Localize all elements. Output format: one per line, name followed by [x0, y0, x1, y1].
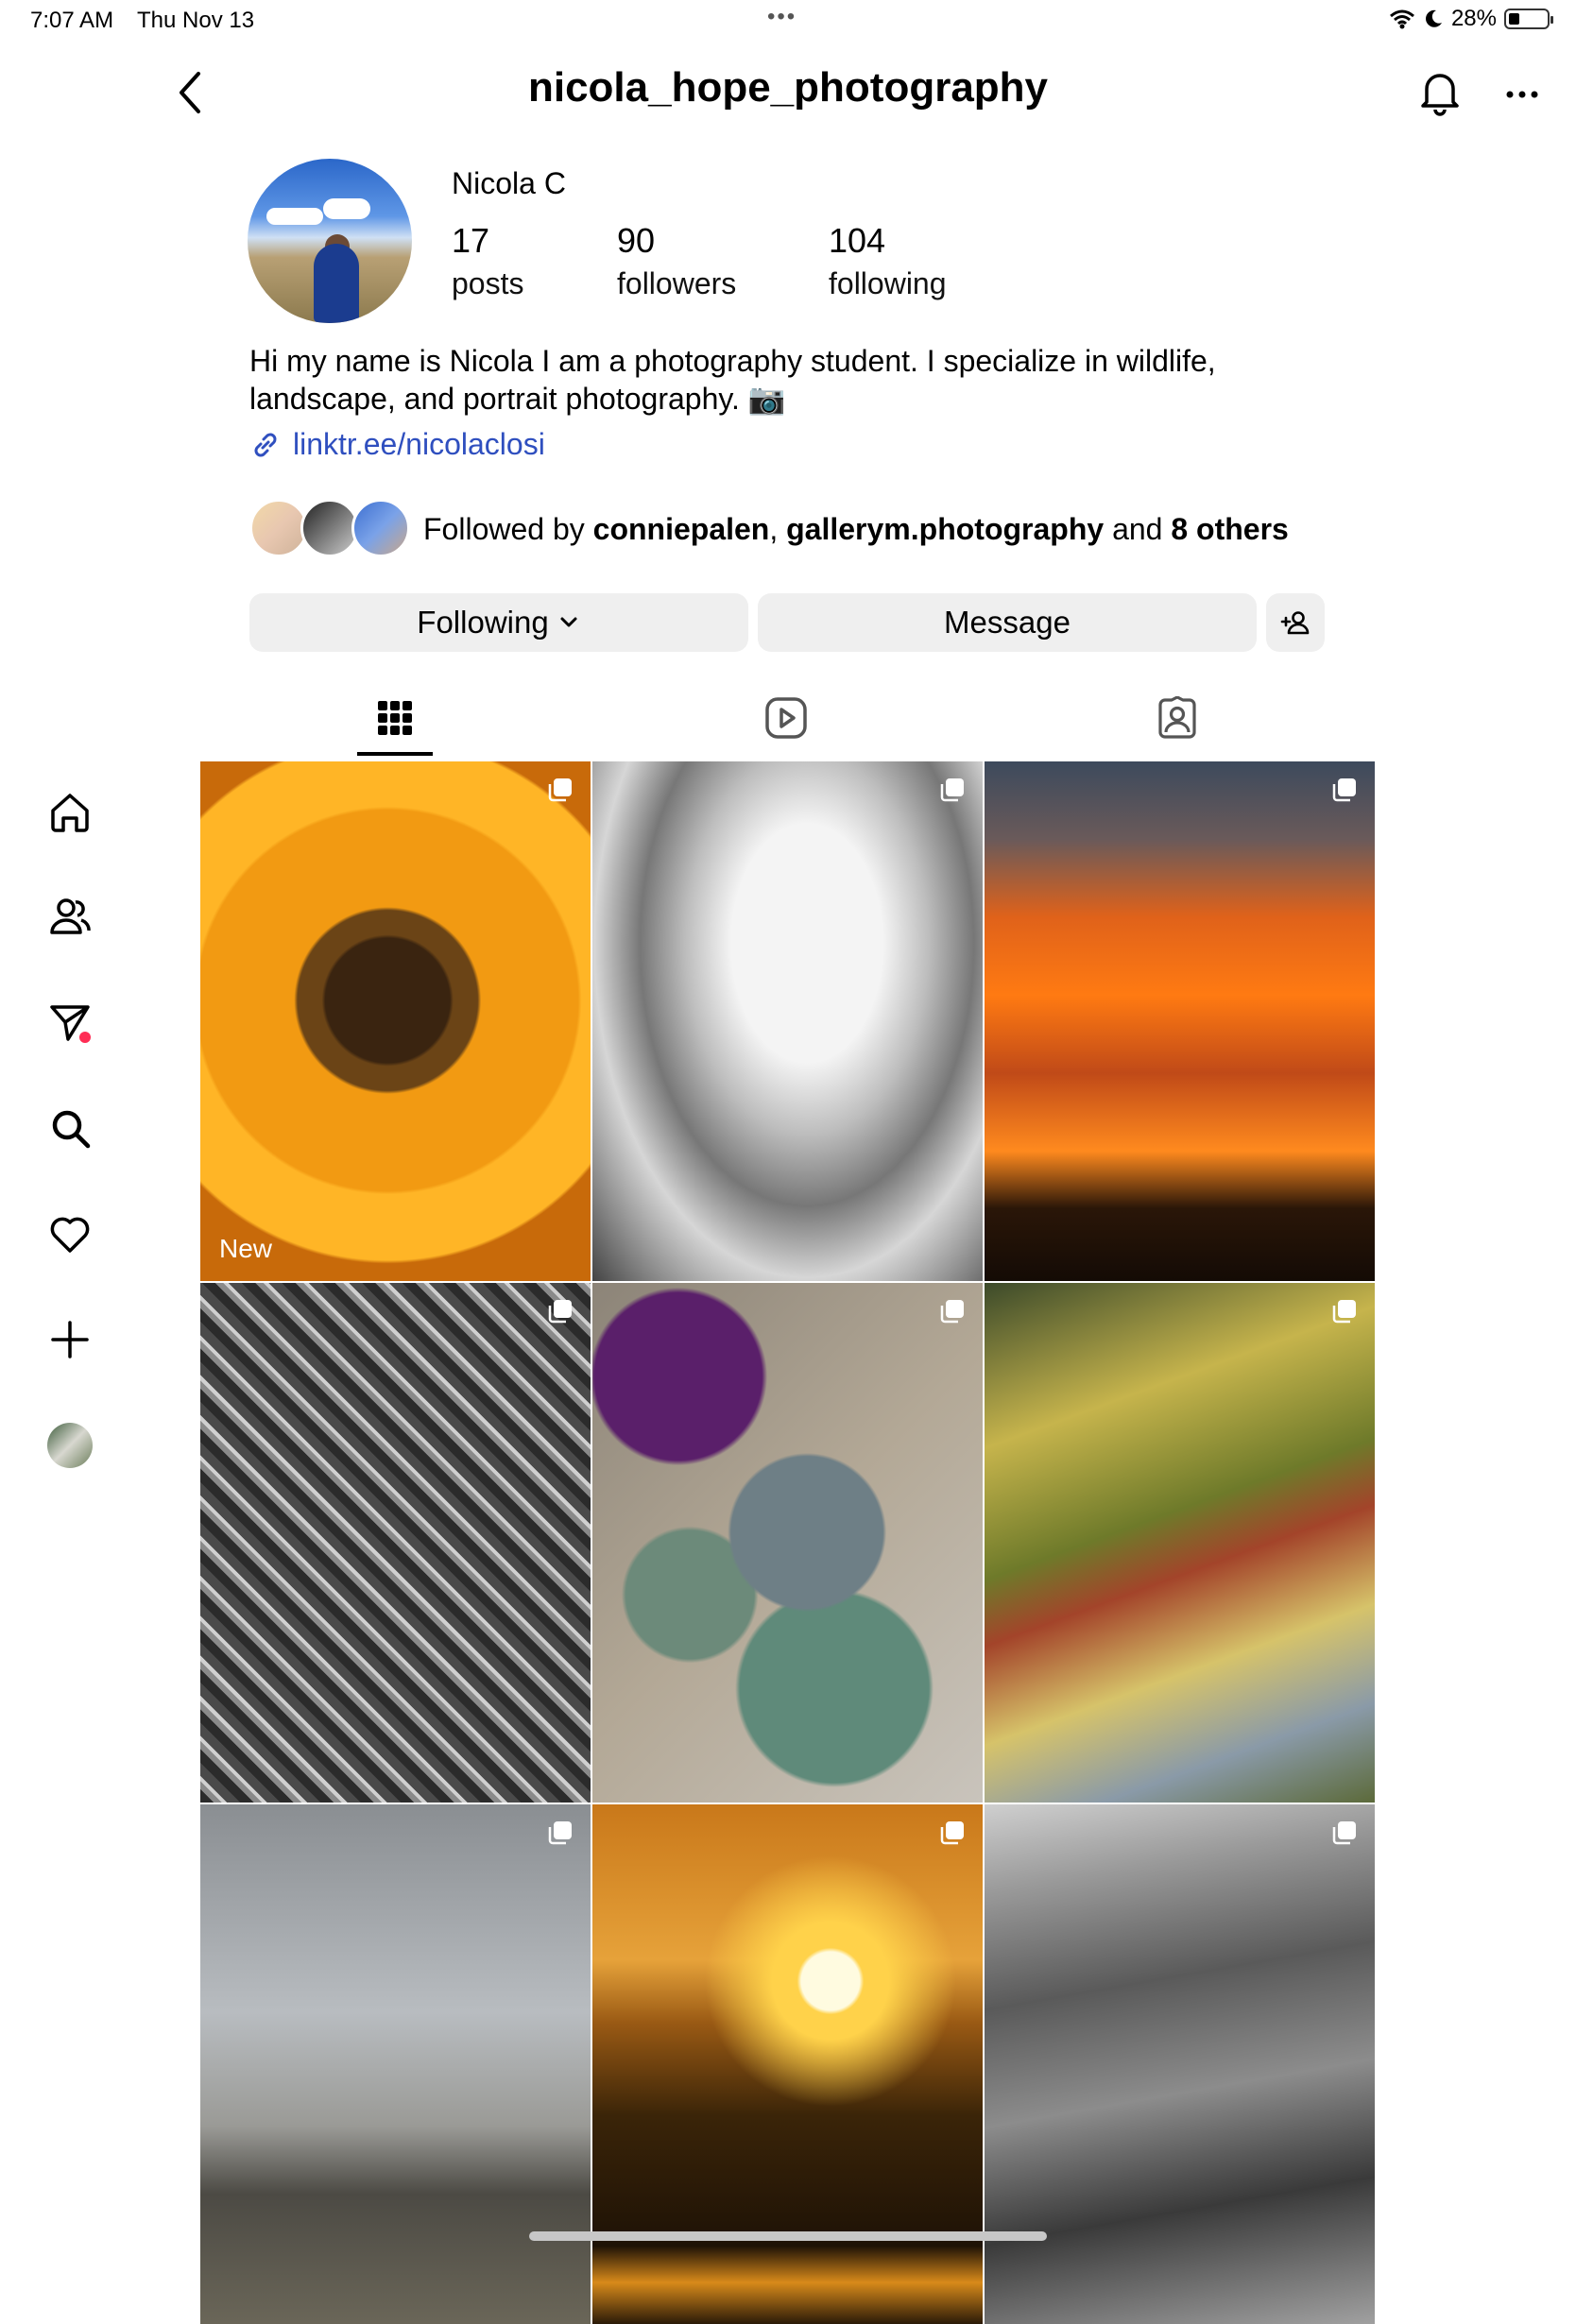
back-button[interactable]	[170, 64, 214, 121]
post-thumbnail[interactable]	[592, 1804, 983, 2324]
tagged-person-icon	[1158, 696, 1196, 739]
follower-link[interactable]: conniepalen	[593, 512, 770, 546]
search-icon	[52, 1110, 91, 1149]
posts-count[interactable]: 17 posts	[452, 221, 523, 301]
post-thumbnail[interactable]	[592, 761, 983, 1281]
chevron-down-icon	[560, 617, 577, 627]
link-icon	[254, 433, 277, 456]
stat-label: posts	[452, 266, 524, 300]
posts-grid: New	[200, 761, 1376, 2324]
multiple-photos-icon	[1332, 778, 1356, 802]
heart-icon	[50, 1217, 90, 1253]
bio-link[interactable]: linktr.ee/nicolaclosi	[249, 427, 545, 462]
tab-posts[interactable]	[357, 690, 433, 746]
post-thumbnail[interactable]: New	[200, 761, 591, 1281]
avatar	[300, 499, 359, 557]
nav-home[interactable]	[43, 786, 96, 839]
message-button-label: Message	[944, 605, 1071, 640]
bio-line: landscape, and portrait photography. 📷	[249, 382, 786, 416]
multitasking-dots[interactable]: •••	[767, 4, 797, 30]
bio-line: Hi my name is Nicola I am a photography …	[249, 344, 1216, 378]
multiple-photos-icon	[940, 1300, 964, 1324]
bio-link-text: linktr.ee/nicolaclosi	[293, 427, 545, 461]
post-thumbnail[interactable]	[985, 1283, 1375, 1803]
post-thumbnail[interactable]	[592, 1283, 983, 1803]
reels-icon	[765, 697, 807, 739]
active-tab-indicator	[357, 752, 433, 756]
battery-percent: 28%	[1450, 6, 1497, 31]
nav-direct-messages[interactable]	[43, 996, 96, 1049]
stat-value: 17	[452, 221, 490, 260]
multiple-photos-icon	[548, 1821, 572, 1845]
stat-label: following	[829, 266, 947, 300]
tab-reels[interactable]	[748, 690, 824, 746]
suggested-users-button[interactable]	[1266, 593, 1325, 652]
message-button[interactable]: Message	[758, 593, 1257, 652]
multiple-photos-icon	[1332, 1300, 1356, 1324]
new-post-label: New	[219, 1234, 273, 1263]
more-horizontal-icon	[1506, 91, 1538, 98]
stat-value: 104	[829, 221, 886, 260]
battery-icon	[1504, 9, 1553, 29]
home-icon	[51, 794, 89, 832]
stat-label: followers	[617, 266, 737, 300]
home-indicator[interactable]	[529, 2231, 1047, 2241]
post-thumbnail[interactable]	[200, 1283, 591, 1803]
grid-icon	[378, 701, 412, 735]
multiple-photos-icon	[548, 1300, 572, 1324]
mutual-followers-avatars	[249, 499, 414, 559]
profile-avatar[interactable]	[248, 159, 412, 323]
nav-create[interactable]	[43, 1313, 96, 1366]
avatar	[351, 499, 410, 557]
followed-by[interactable]: Followed by conniepalen, gallerym.photog…	[249, 499, 1289, 559]
followers-count[interactable]: 90 followers	[617, 221, 736, 301]
nav-friends[interactable]	[43, 890, 96, 943]
post-thumbnail[interactable]	[985, 1804, 1375, 2324]
others-link[interactable]: 8 others	[1171, 512, 1288, 546]
stat-value: 90	[617, 221, 656, 260]
following-button-label: Following	[417, 605, 549, 640]
tab-tagged[interactable]	[1139, 690, 1215, 746]
notifications-button[interactable]	[1415, 66, 1465, 119]
multiple-photos-icon	[940, 778, 964, 802]
nav-search[interactable]	[43, 1102, 96, 1154]
followed-by-text: Followed by conniepalen, gallerym.photog…	[423, 511, 1289, 546]
post-thumbnail[interactable]	[985, 761, 1375, 1281]
add-person-icon	[1280, 611, 1310, 635]
nav-profile[interactable]	[43, 1419, 96, 1472]
wifi-icon	[1389, 9, 1414, 29]
following-count[interactable]: 104 following	[829, 221, 947, 301]
people-icon	[50, 898, 91, 934]
multiple-photos-icon	[548, 778, 572, 802]
multiple-photos-icon	[940, 1821, 964, 1845]
follower-link[interactable]: gallerym.photography	[786, 512, 1104, 546]
status-date: Thu Nov 13	[137, 8, 255, 33]
status-time: 7:07 AM	[30, 8, 114, 33]
more-options-button[interactable]	[1499, 76, 1546, 113]
profile-bio: Hi my name is Nicola I am a photography …	[249, 342, 1289, 418]
post-thumbnail[interactable]	[200, 1804, 591, 2324]
notification-dot	[79, 1032, 91, 1043]
following-button[interactable]: Following	[249, 593, 748, 652]
plus-icon	[51, 1321, 89, 1359]
bell-icon	[1421, 74, 1459, 116]
chevron-left-icon	[180, 72, 200, 113]
status-indicators: 28%	[1389, 6, 1553, 32]
avatar	[47, 1423, 93, 1468]
moon-icon	[1426, 9, 1442, 27]
profile-name: Nicola C	[452, 166, 566, 200]
nav-activity[interactable]	[43, 1207, 96, 1260]
multiple-photos-icon	[1332, 1821, 1356, 1845]
avatar	[249, 499, 308, 557]
page-title: nicola_hope_photography	[527, 64, 1049, 111]
